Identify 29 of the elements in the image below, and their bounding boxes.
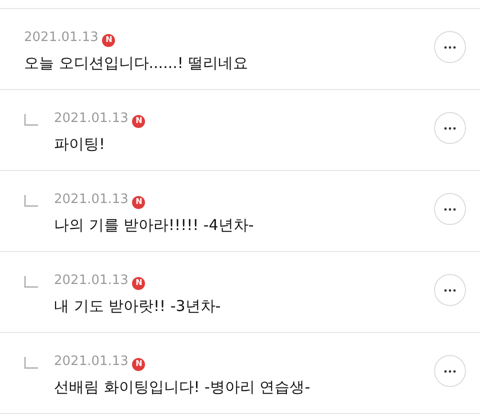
new-badge: N: [132, 276, 146, 290]
more-icon: [444, 288, 456, 292]
comment-date: 2021.01.13: [54, 111, 128, 126]
more-button[interactable]: [434, 31, 466, 63]
comment-date: 2021.01.13: [54, 192, 128, 207]
comment-text: 오늘 오디션입니다......! 떨리네요: [24, 53, 250, 74]
more-button[interactable]: [434, 112, 466, 144]
new-badge: N: [102, 34, 116, 46]
reply-icon: [24, 276, 38, 288]
reply-icon: [24, 195, 38, 207]
new-badge: N: [132, 114, 146, 128]
comment-text: 내 기도 받아랏!! -3년차-: [54, 296, 222, 317]
comment-text: 파이팅!: [54, 134, 106, 155]
more-icon: [444, 126, 456, 130]
comment-date: 2021.01.13: [54, 273, 128, 288]
new-badge: N: [132, 358, 146, 370]
reply-icon: [24, 357, 38, 369]
comment-date: 2021.01.13: [24, 30, 98, 45]
more-button[interactable]: [434, 193, 466, 225]
more-button[interactable]: [434, 355, 466, 387]
reply-icon: [24, 114, 38, 126]
more-icon: [444, 46, 456, 48]
comment-text: 선배림 화이팅입니다! -병아리 연습생-: [54, 377, 312, 398]
more-icon: [444, 208, 456, 210]
comment-date: 2021.01.13: [54, 354, 128, 369]
comment-text: 나의 기를 받아라!!!!! -4년차-: [54, 215, 255, 236]
new-badge: N: [132, 196, 146, 208]
more-icon: [444, 370, 456, 372]
more-button[interactable]: [434, 274, 466, 306]
